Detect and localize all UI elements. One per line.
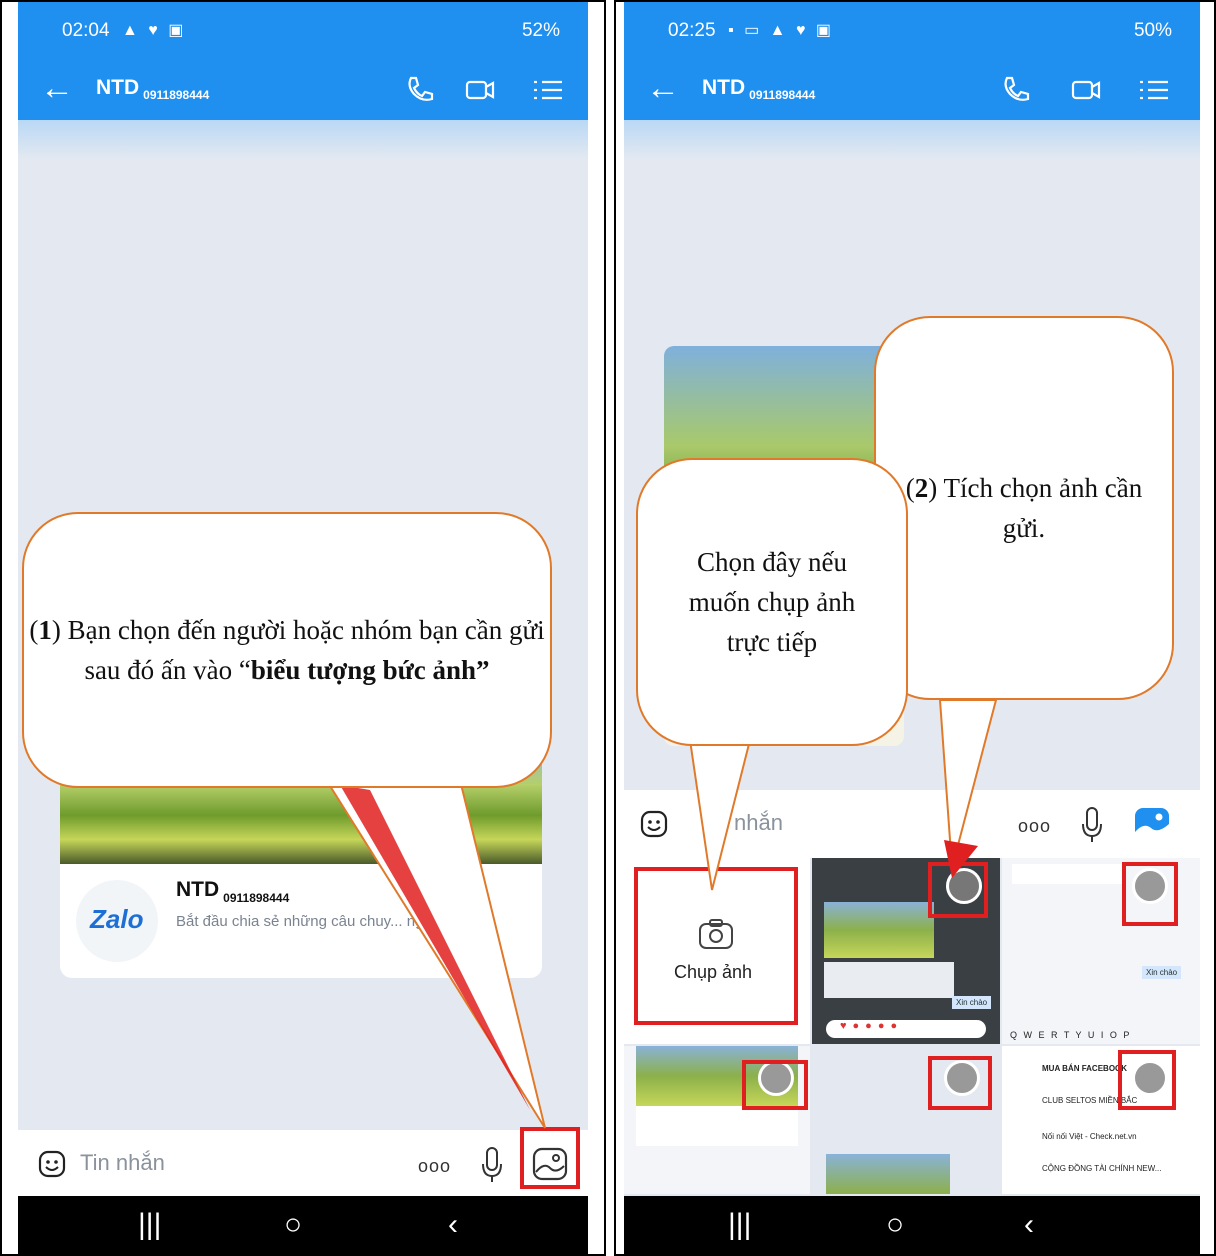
mini-list-item: MUA BÁN FACEBOOK: [1042, 1064, 1128, 1073]
emoji-sticker-icon[interactable]: [38, 1150, 66, 1178]
highlight-image-button: [520, 1127, 580, 1189]
mini-hello-2: Xin chào: [1142, 966, 1182, 979]
thumb-landscape: [826, 1154, 950, 1194]
emoji-sticker-icon[interactable]: [640, 810, 668, 838]
highlight-select-2: [1122, 862, 1178, 926]
recent-apps-icon[interactable]: |||: [728, 1208, 751, 1242]
header-shadow: [624, 120, 1200, 160]
mini-keyboard: Q W E R T Y U I O P: [1010, 1030, 1132, 1040]
message-input-bar: Tin nhắn ooo: [18, 1130, 588, 1198]
android-nav-bar: ||| ○ ‹: [624, 1196, 1200, 1254]
status-bar: 02:25 ▪ ▭ ▲ ♥ ▣ 50%: [624, 2, 1200, 62]
back-nav-icon[interactable]: ‹: [448, 1208, 458, 1242]
highlight-select-1: [928, 862, 988, 918]
image-gallery-icon-active[interactable]: [1132, 804, 1172, 844]
battery-level: 52%: [521, 20, 560, 41]
back-arrow-icon[interactable]: ←: [646, 68, 680, 108]
callout-bold-text: biểu tượng bức ảnh”: [250, 655, 490, 685]
status-time: 02:25: [668, 20, 716, 41]
message-input[interactable]: nhắn: [734, 810, 783, 836]
phone-call-icon[interactable]: [402, 72, 438, 108]
message-input-bar: nhắn ooo: [624, 790, 1200, 858]
video-call-icon[interactable]: [1068, 72, 1104, 108]
thumb-landscape: [824, 902, 934, 958]
status-time: 02:04: [62, 20, 110, 41]
thumb-card: [636, 1106, 798, 1146]
step-number: 1: [38, 615, 52, 645]
back-nav-icon[interactable]: ‹: [1024, 1208, 1034, 1242]
home-icon[interactable]: ○: [886, 1208, 904, 1242]
highlight-select-3: [742, 1060, 808, 1110]
recent-apps-icon[interactable]: |||: [138, 1208, 161, 1242]
message-input[interactable]: Tin nhắn: [80, 1150, 165, 1176]
thumb-card: [824, 962, 954, 998]
callout-step-1: (1) Bạn chọn đến người hoặc nhóm bạn cần…: [22, 512, 552, 788]
microphone-icon[interactable]: [480, 1144, 504, 1184]
step-number: 2: [914, 473, 929, 503]
notification-icons: ▲ ♥ ▣: [122, 22, 187, 39]
header-shadow: [18, 120, 588, 160]
back-arrow-icon[interactable]: ←: [40, 68, 74, 108]
battery-level: 50%: [1133, 20, 1172, 41]
card-contact-name: NTD 0911898444: [176, 878, 290, 905]
column-divider: [604, 0, 616, 1256]
notification-icons: ▪ ▭ ▲ ♥ ▣: [728, 22, 835, 39]
contact-phone: 0911898444: [749, 88, 816, 102]
callout-step-2: (2) Tích chọn ảnh cần gửi.: [874, 316, 1174, 700]
chat-header: ← NTD 0911898444: [624, 62, 1200, 120]
more-options-icon[interactable]: ooo: [418, 1156, 451, 1177]
more-options-icon[interactable]: ooo: [1018, 816, 1051, 837]
mini-hello: Xin chào: [952, 996, 992, 1009]
mini-list-item: Nối nối Việt - Check.net.vn: [1042, 1132, 1137, 1141]
mini-list-item: CỘNG ĐỒNG TÀI CHÍNH NEW...: [1042, 1164, 1162, 1173]
status-bar: 02:04 ▲ ♥ ▣ 52%: [18, 2, 588, 62]
chat-header: ← NTD 0911898444: [18, 62, 588, 120]
reaction-row: ♥●●●●: [826, 1020, 986, 1038]
callout-text: Chọn đây nếu muốn chụp ảnh trực tiếp: [688, 547, 856, 657]
contact-name: NTD 0911898444: [96, 76, 210, 102]
highlight-select-5: [1118, 1050, 1176, 1110]
callout-camera-hint: Chọn đây nếu muốn chụp ảnh trực tiếp: [636, 458, 908, 746]
video-call-icon[interactable]: [462, 72, 498, 108]
thumb-card-small: [1012, 864, 1122, 884]
home-icon[interactable]: ○: [284, 1208, 302, 1242]
contact-name: NTD 0911898444: [702, 76, 816, 102]
highlight-camera-tile: [634, 867, 798, 1025]
highlight-select-4: [928, 1056, 992, 1110]
zalo-logo: Zalo: [76, 880, 158, 962]
phone-call-icon[interactable]: [998, 72, 1034, 108]
callout-text: ) Tích chọn ảnh cần gửi.: [928, 473, 1143, 543]
card-description: Bắt đầu chia sẻ những câu chuy... ng nha…: [176, 913, 461, 930]
android-nav-bar: ||| ○ ‹: [18, 1196, 588, 1254]
contact-phone: 0911898444: [143, 88, 210, 102]
menu-list-icon[interactable]: [530, 72, 566, 108]
menu-list-icon[interactable]: [1136, 72, 1172, 108]
microphone-icon[interactable]: [1080, 804, 1104, 844]
